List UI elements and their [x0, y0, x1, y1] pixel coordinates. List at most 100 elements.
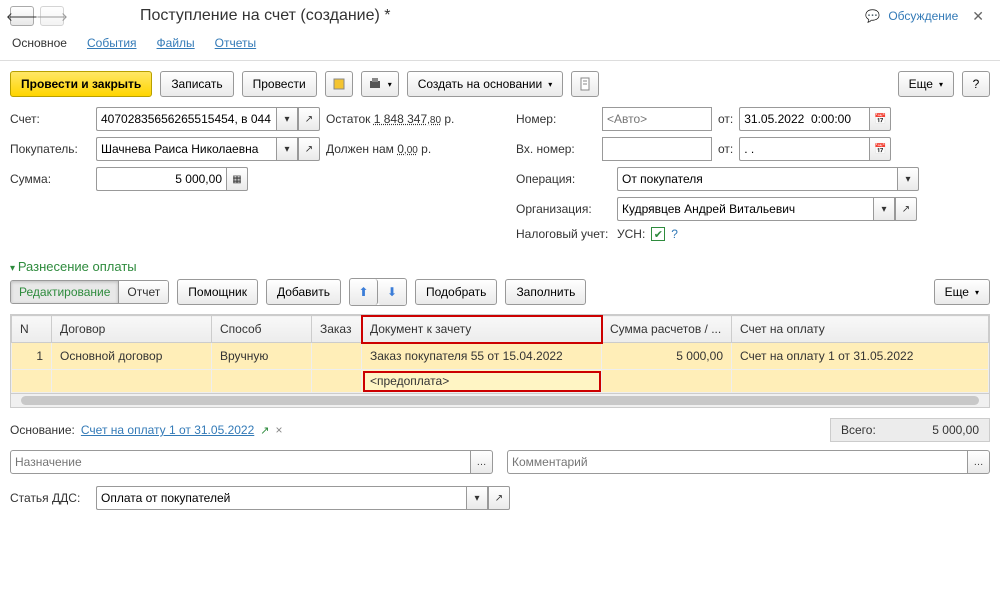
- org-label: Организация:: [516, 202, 611, 216]
- dds-input[interactable]: [96, 486, 466, 510]
- report-mode-button[interactable]: Отчет: [119, 281, 168, 303]
- mode-segment: Редактирование Отчет: [10, 280, 169, 304]
- tab-main[interactable]: Основное: [10, 32, 69, 56]
- buyer-open-button[interactable]: ↗: [298, 137, 320, 161]
- doc-icon: [578, 77, 592, 91]
- nav-forward-button[interactable]: 🡒: [40, 6, 64, 26]
- tab-events[interactable]: События: [85, 32, 139, 56]
- tax-label: Налоговый учет:: [516, 227, 611, 241]
- dds-open-button[interactable]: ↗: [488, 486, 510, 510]
- th-schet[interactable]: Счет на оплату: [732, 316, 989, 343]
- report-button[interactable]: [571, 71, 599, 97]
- comment-expand-button[interactable]: …: [968, 450, 990, 474]
- move-up-button[interactable]: ⬆: [350, 279, 378, 305]
- number-input[interactable]: [602, 107, 712, 131]
- cell-n[interactable]: 1: [12, 343, 52, 370]
- in-date-input[interactable]: [739, 137, 869, 161]
- close-icon[interactable]: ✕: [966, 8, 990, 25]
- chat-icon: 💬: [865, 9, 880, 23]
- payment-split-section-header[interactable]: Разнесение оплаты: [0, 251, 1000, 278]
- write-button[interactable]: Записать: [160, 71, 233, 97]
- th-sum[interactable]: Сумма расчетов / ...: [602, 316, 732, 343]
- org-dropdown-button[interactable]: ▾: [873, 197, 895, 221]
- table-hscrollbar[interactable]: [10, 394, 990, 408]
- table-row[interactable]: <предоплата>: [12, 370, 989, 393]
- th-zakaz[interactable]: Заказ: [312, 316, 362, 343]
- number-label: Номер:: [516, 112, 596, 126]
- tax-checkbox[interactable]: ✔: [651, 227, 665, 241]
- dds-dropdown-button[interactable]: ▾: [466, 486, 488, 510]
- attach-button[interactable]: [325, 71, 353, 97]
- org-open-button[interactable]: ↗: [895, 197, 917, 221]
- th-dogovor[interactable]: Договор: [52, 316, 212, 343]
- table-row[interactable]: 1 Основной договор Вручную Заказ покупат…: [12, 343, 989, 370]
- account-input[interactable]: [96, 107, 276, 131]
- help-button[interactable]: ?: [962, 71, 990, 97]
- account-label: Счет:: [10, 112, 90, 126]
- move-down-button[interactable]: ⬇: [378, 279, 406, 305]
- nav-back-button[interactable]: 🡐: [10, 6, 34, 26]
- post-button[interactable]: Провести: [242, 71, 317, 97]
- payment-table: N Договор Способ Заказ Документ к зачету…: [10, 314, 990, 394]
- operation-input[interactable]: [617, 167, 897, 191]
- tax-value: УСН:: [617, 227, 645, 241]
- discuss-link[interactable]: Обсуждение: [888, 9, 958, 23]
- buyer-input[interactable]: [96, 137, 276, 161]
- printer-icon: [368, 77, 382, 91]
- tabs: Основное События Файлы Отчеты: [0, 32, 1000, 61]
- th-n[interactable]: N: [12, 316, 52, 343]
- cell-zakaz[interactable]: [312, 343, 362, 370]
- debt-text: Должен нам 0,00 р.: [326, 142, 431, 156]
- account-open-button[interactable]: ↗: [298, 107, 320, 131]
- balance-text: Остаток 1 848 347,80 р.: [326, 112, 454, 126]
- buyer-dropdown-button[interactable]: ▾: [276, 137, 298, 161]
- post-and-close-button[interactable]: Провести и закрыть: [10, 71, 152, 97]
- page-title: Поступление на счет (создание) *: [140, 7, 391, 25]
- basis-open-icon[interactable]: ↗: [260, 424, 269, 437]
- operation-dropdown-button[interactable]: ▾: [897, 167, 919, 191]
- tax-help-icon[interactable]: ?: [671, 227, 678, 241]
- amount-label: Сумма:: [10, 172, 90, 186]
- account-dropdown-button[interactable]: ▾: [276, 107, 298, 131]
- purpose-input[interactable]: [10, 450, 471, 474]
- amount-calc-button[interactable]: ▦: [226, 167, 248, 191]
- paperclip-icon: [332, 77, 346, 91]
- date-picker-button[interactable]: 📅: [869, 107, 891, 131]
- cell-dogovor[interactable]: Основной договор: [52, 343, 212, 370]
- pick-button[interactable]: Подобрать: [415, 279, 497, 305]
- tab-files[interactable]: Файлы: [155, 32, 197, 56]
- cell-sposob[interactable]: Вручную: [212, 343, 312, 370]
- buyer-label: Покупатель:: [10, 142, 90, 156]
- th-document[interactable]: Документ к зачету: [362, 316, 602, 343]
- dds-label: Статья ДДС:: [10, 491, 90, 505]
- tab-reports[interactable]: Отчеты: [213, 32, 258, 56]
- comment-input[interactable]: [507, 450, 968, 474]
- date-input[interactable]: [739, 107, 869, 131]
- from-label: от:: [718, 112, 733, 126]
- org-input[interactable]: [617, 197, 873, 221]
- cell-doc2[interactable]: <предоплата>: [362, 370, 602, 393]
- operation-label: Операция:: [516, 172, 611, 186]
- total-box: Всего: 5 000,00: [830, 418, 990, 442]
- table-more-button[interactable]: Еще▾: [934, 279, 990, 305]
- print-button[interactable]: ▾: [361, 71, 399, 97]
- more-button[interactable]: Еще▾: [898, 71, 954, 97]
- cell-sum[interactable]: 5 000,00: [602, 343, 732, 370]
- in-number-input[interactable]: [602, 137, 712, 161]
- in-date-picker-button[interactable]: 📅: [869, 137, 891, 161]
- in-from-label: от:: [718, 142, 733, 156]
- add-button[interactable]: Добавить: [266, 279, 341, 305]
- fill-button[interactable]: Заполнить: [505, 279, 586, 305]
- edit-mode-button[interactable]: Редактирование: [11, 281, 119, 303]
- purpose-expand-button[interactable]: …: [471, 450, 493, 474]
- basis-clear-icon[interactable]: ×: [276, 423, 283, 437]
- create-based-button[interactable]: Создать на основании▾: [407, 71, 564, 97]
- basis-link[interactable]: Счет на оплату 1 от 31.05.2022: [81, 423, 254, 437]
- amount-input[interactable]: [96, 167, 226, 191]
- cell-schet[interactable]: Счет на оплату 1 от 31.05.2022: [732, 343, 989, 370]
- basis-label: Основание:: [10, 423, 75, 437]
- cell-doc[interactable]: Заказ покупателя 55 от 15.04.2022: [362, 343, 602, 370]
- th-sposob[interactable]: Способ: [212, 316, 312, 343]
- in-number-label: Вх. номер:: [516, 142, 596, 156]
- helper-button[interactable]: Помощник: [177, 279, 258, 305]
